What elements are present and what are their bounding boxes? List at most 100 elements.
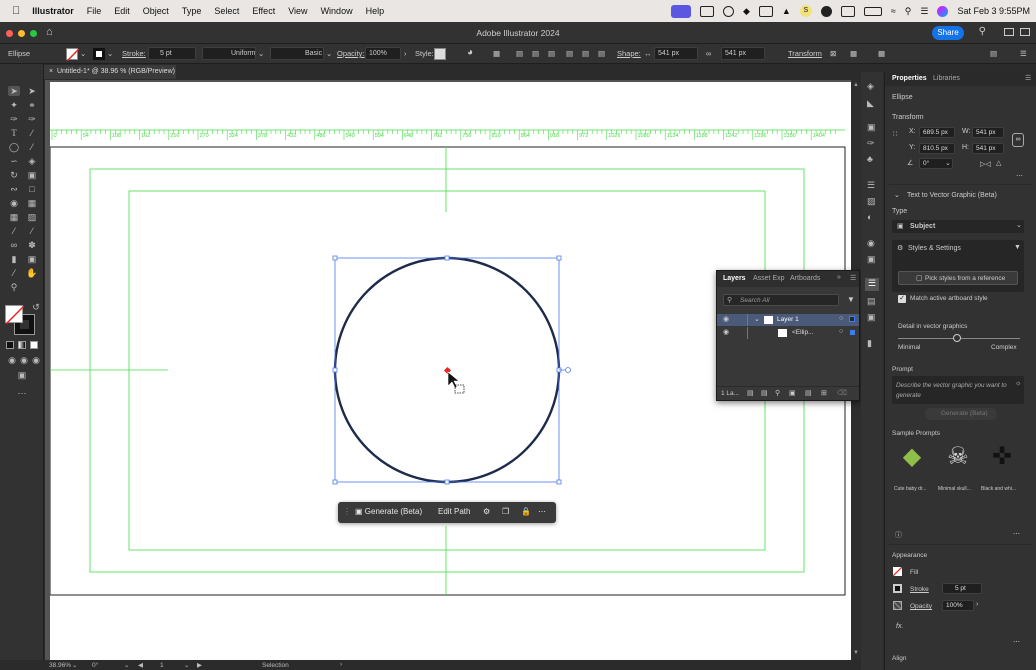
expand-icon[interactable]: » [837, 274, 841, 281]
chevron-down-icon[interactable]: ⌄ [184, 661, 189, 669]
item-name[interactable]: <Ellip... [792, 329, 814, 336]
artboards-icon[interactable]: ▣ [867, 312, 876, 323]
align-to-icon[interactable]: ▦ [493, 49, 500, 58]
stroke-panel-icon[interactable]: ☰ [867, 180, 875, 191]
none-mode-icon[interactable] [30, 341, 38, 349]
sample-bird-image[interactable]: ✜ [984, 442, 1020, 482]
screen-mode-icon[interactable]: ▣ [16, 370, 28, 380]
align-middle-icon[interactable]: ▤ [582, 49, 589, 58]
opacity-label[interactable]: Opacity [910, 603, 932, 610]
align-top-icon[interactable]: ▤ [566, 49, 573, 58]
fill-swatch[interactable] [892, 566, 903, 577]
style-swatch[interactable] [434, 48, 446, 60]
direct-selection-tool-icon[interactable]: ➤ [26, 86, 38, 96]
dropbox-icon[interactable]: ◆ [743, 6, 750, 17]
opacity-field[interactable]: 100% [942, 600, 974, 611]
align-bottom-icon[interactable]: ▤ [598, 49, 605, 58]
chevron-down-icon[interactable]: ⌄ [124, 661, 129, 669]
scroll-down-icon[interactable]: ▼ [853, 650, 859, 656]
menu-help[interactable]: Help [366, 6, 385, 16]
panel-menu-icon[interactable]: ☰ [1020, 49, 1027, 58]
reference-point-icon[interactable]: ∷ [893, 130, 897, 138]
menu-select[interactable]: Select [214, 6, 239, 16]
opacity-field[interactable]: 100% [365, 47, 401, 60]
warp-tool-icon[interactable]: ∾ [8, 184, 20, 194]
wifi-icon[interactable]: ≈ [891, 6, 896, 16]
share-button[interactable]: Share [932, 26, 964, 40]
artboard-number[interactable]: 1 [160, 662, 164, 669]
stroke-profile-select[interactable]: Uniform [202, 47, 256, 60]
creative-cloud-icon[interactable] [722, 5, 734, 17]
grammarly-icon[interactable] [820, 5, 832, 17]
shape-height-field[interactable]: 541 px [721, 47, 765, 60]
link-icon[interactable]: ∞ [706, 49, 711, 58]
info-icon[interactable]: ⓘ [895, 530, 902, 540]
tab-layers[interactable]: Layers [723, 275, 746, 282]
edit-path-button[interactable]: Edit Path [438, 507, 470, 516]
eye-icon[interactable]: ◉ [723, 328, 729, 336]
brush-icon[interactable]: ✑ [867, 138, 875, 149]
panel-menu-icon[interactable]: ▤ [990, 49, 997, 58]
generate-button[interactable]: ▣ Generate (Beta) [355, 507, 422, 516]
workspace-icon[interactable] [1004, 28, 1014, 36]
ellipse-tool-icon[interactable]: ◯ [8, 142, 20, 152]
scale-tool-icon[interactable]: ▣ [26, 170, 38, 180]
next-artboard-icon[interactable]: ▶ [197, 661, 202, 669]
detail-slider-thumb[interactable] [953, 334, 961, 342]
control-center-icon[interactable]: ☰ [920, 6, 928, 17]
generate-button[interactable]: Generate (Beta) [925, 408, 997, 420]
layers-search-field[interactable]: ⚲ Search All [723, 294, 839, 306]
scroll-up-icon[interactable]: ▲ [853, 82, 859, 88]
chevron-down-icon[interactable]: ⌄ [72, 661, 77, 669]
chevron-down-icon[interactable]: ⌄ [894, 191, 900, 199]
menu-file[interactable]: File [87, 6, 102, 16]
screen-share-icon[interactable] [670, 4, 691, 18]
w-field[interactable]: 541 px [972, 127, 1004, 138]
symbols-icon[interactable]: ♣ [867, 154, 873, 164]
sample-skull-image[interactable]: ☠ [940, 442, 976, 482]
panel-icon[interactable] [1020, 28, 1030, 36]
dropdown-arrow-icon[interactable]: ▼ [1014, 244, 1021, 251]
more-options-icon[interactable]: ⋯ [538, 507, 546, 516]
more-options-icon[interactable]: ⋯ [1013, 530, 1020, 538]
transparency-icon[interactable]: ◐ [867, 212, 872, 222]
tab-asset-export[interactable]: Asset Exp [753, 275, 785, 282]
pen-tool-icon[interactable]: ✑ [8, 114, 20, 124]
free-transform-icon[interactable]: □ [26, 184, 38, 194]
chevron-right-icon[interactable]: › [976, 601, 978, 608]
draw-mode-icon[interactable]: ◉ [6, 355, 18, 365]
chevron-down-icon[interactable]: ⌄ [945, 159, 951, 167]
hand-tool-icon[interactable]: ✋ [26, 268, 38, 278]
tab-libraries[interactable]: Libraries [933, 75, 960, 82]
target-icon[interactable]: ○ [839, 328, 843, 335]
cast-icon[interactable] [699, 5, 714, 17]
comments-icon[interactable]: ▮ [867, 338, 872, 349]
asset-export-icon[interactable]: ▤ [867, 296, 876, 307]
artboard-tool-icon[interactable]: ▣ [26, 254, 38, 264]
h-field[interactable]: 541 px [972, 143, 1004, 154]
align-center-icon[interactable]: ▤ [532, 49, 539, 58]
menu-window[interactable]: Window [321, 6, 353, 16]
locate-icon[interactable]: ⚲ [775, 389, 780, 397]
curvature-tool-icon[interactable]: ✑ [26, 114, 38, 124]
sample-3-label[interactable]: Black and whi... [981, 486, 1016, 492]
panel-menu-icon[interactable]: ☰ [1025, 74, 1031, 82]
delete-icon[interactable]: ⌫ [837, 389, 847, 397]
prompt-textarea[interactable]: Describe the vector graphic you want to … [892, 376, 1024, 404]
stroke-label[interactable]: Stroke: [122, 49, 146, 58]
rotate-tool-icon[interactable]: ↻ [8, 170, 20, 180]
type-tool-icon[interactable]: T [8, 128, 20, 138]
align-right-icon[interactable]: ▤ [548, 49, 555, 58]
chevron-down-icon[interactable]: ⌄ [754, 315, 760, 323]
search-icon[interactable]: ⚲ [979, 26, 986, 37]
duplicate-icon[interactable]: ❐ [502, 507, 509, 516]
eyedropper-icon[interactable]: ⁄ [8, 226, 20, 236]
collect-export-icon[interactable]: ▤ [761, 389, 768, 397]
zoom-level[interactable]: 38.96% [49, 662, 71, 669]
arrange-icon[interactable]: ▦ [878, 49, 885, 58]
shape-builder-icon[interactable]: ◉ [8, 198, 20, 208]
calendar-icon[interactable] [840, 5, 855, 17]
selection-indicator[interactable] [850, 330, 855, 335]
more-tools-icon[interactable]: ⋯ [16, 388, 28, 398]
lasso-icon[interactable]: ⚭ [26, 100, 38, 110]
